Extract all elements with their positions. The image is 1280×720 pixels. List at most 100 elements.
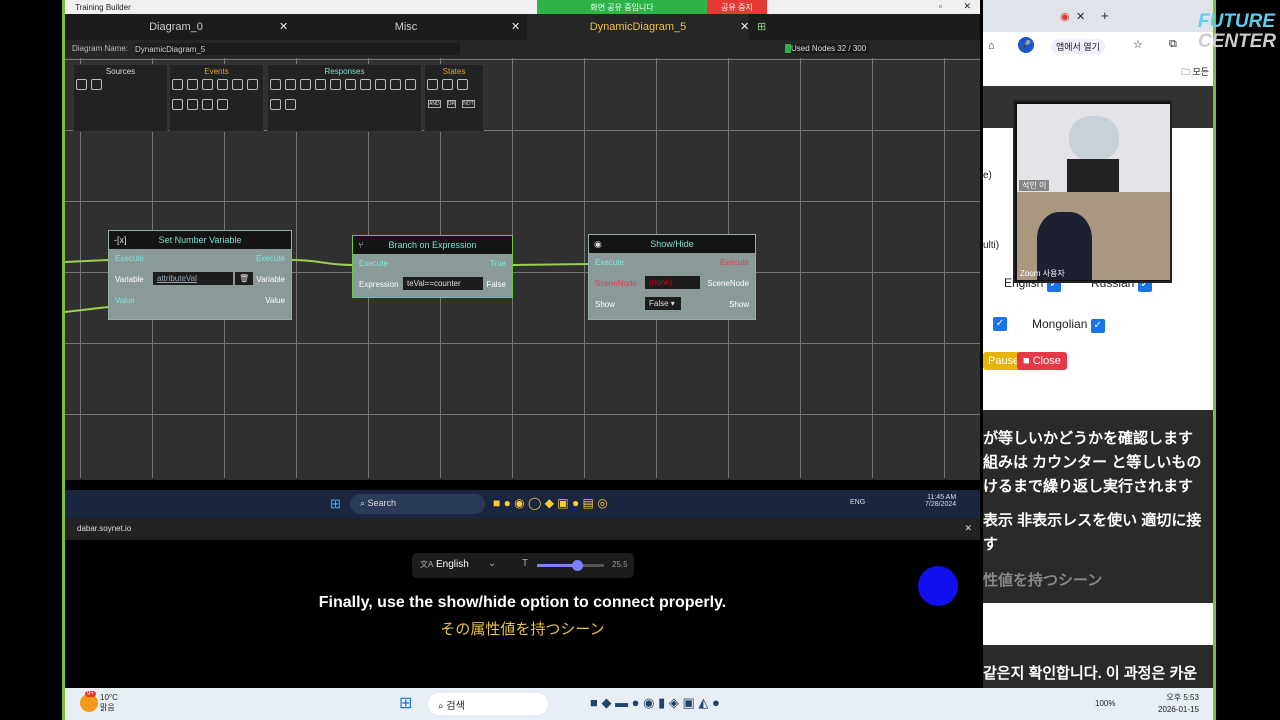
caption-line-english: Finally, use the show/hide option to con… bbox=[318, 594, 727, 611]
font-size-value: 25.5 bbox=[612, 560, 628, 569]
subtitle-line: けるまで繰り返し実行されます bbox=[983, 478, 1194, 495]
subtitle-line: 組みは カウンター と等しいもの bbox=[983, 454, 1202, 471]
eye-icon: ◉ bbox=[594, 239, 602, 249]
node-title: Set Number Variable bbox=[158, 235, 242, 245]
app-icon[interactable]: ■ ◆ ▬ ● ◉ ▮ ◈ ▣ ◭ ● bbox=[590, 695, 720, 711]
windows-start-icon[interactable]: ⊞ bbox=[399, 693, 412, 713]
port-execute-in[interactable]: Execute bbox=[359, 259, 388, 268]
checkbox[interactable]: ✓ bbox=[993, 317, 1007, 331]
node-header: ⑂ Branch on Expression bbox=[353, 236, 512, 254]
subtitle-line: 性値を持つシーン bbox=[983, 572, 1103, 589]
search-label: 검색 bbox=[446, 701, 465, 712]
close-tab-icon[interactable]: ✕ bbox=[1076, 10, 1085, 23]
extensions-icon[interactable]: ⧉ bbox=[1169, 38, 1177, 51]
local-taskbar: 9+ 10°C 맑음 ⊞ ⌕ 검색 ■ ◆ ▬ ● ◉ ▮ ◈ ▣ ◭ ● 100… bbox=[65, 688, 1213, 720]
clock[interactable]: 11:45 AM 7/28/2024 bbox=[925, 494, 956, 508]
expression-field[interactable]: teVal==counter bbox=[403, 277, 483, 290]
port-show-out[interactable]: Show bbox=[729, 300, 749, 309]
star-icon[interactable]: ☆ bbox=[1133, 38, 1143, 51]
close-icon[interactable]: ✕ bbox=[964, 523, 972, 534]
node-header: ◉ Show/Hide bbox=[589, 235, 755, 253]
port-scenenode-in[interactable]: SceneNode bbox=[595, 279, 637, 288]
port-show-in[interactable]: Show bbox=[595, 300, 615, 309]
port-execute-out[interactable]: Execute bbox=[720, 258, 749, 267]
port-value-out[interactable]: Value bbox=[265, 296, 285, 305]
port-value-in[interactable]: Value bbox=[115, 296, 135, 305]
lang-label: Mongolian bbox=[1032, 317, 1088, 331]
subtitle-line: が等しいかどうかを確認します bbox=[983, 430, 1194, 447]
close-label: Close bbox=[1032, 355, 1061, 367]
subtitle-line: す bbox=[983, 536, 999, 553]
variable-field[interactable]: attributeVal bbox=[153, 272, 233, 285]
weather-temp: 10°C bbox=[100, 693, 118, 702]
bookmarks-label: 모든 bbox=[1192, 67, 1210, 77]
scenenode-field[interactable]: (none) bbox=[645, 276, 700, 289]
port-true-out[interactable]: True bbox=[490, 259, 506, 268]
new-tab-icon[interactable]: + bbox=[1101, 8, 1109, 23]
training-builder-window: Training Builder ▫ ✕ 화면 공유 중입니다 공유 중지 Di… bbox=[65, 0, 980, 480]
participant-video: 석인 이 bbox=[1017, 104, 1170, 192]
language-dropdown[interactable]: English bbox=[436, 559, 469, 570]
home-icon[interactable]: ⌂ bbox=[988, 40, 995, 52]
windows-start-icon[interactable]: ⊞ bbox=[330, 496, 341, 512]
cursor-highlight bbox=[918, 566, 958, 606]
zoom-video-panel: 석인 이 Zoom 사용자 bbox=[1013, 100, 1172, 283]
open-in-app-button[interactable]: 앱에서 열기 bbox=[1051, 39, 1105, 54]
participant-name: 석인 이 bbox=[1019, 180, 1050, 191]
node-title: Branch on Expression bbox=[388, 240, 477, 250]
trash-icon[interactable]: 🗑 bbox=[235, 272, 254, 285]
variable-icon: -[x] bbox=[114, 235, 127, 245]
text-size-icon: T bbox=[522, 558, 529, 569]
node-show-hide[interactable]: ◉ Show/Hide Execute Execute SceneNode (none… bbox=[588, 234, 756, 320]
port-scenenode-out[interactable]: SceneNode bbox=[707, 279, 749, 288]
remote-taskbar: ⊞ ⌕ Search ■ ● ◉ ◯ ◆ ▣ ● ▤ ◎ ENG 11:45 A… bbox=[65, 490, 980, 518]
battery-indicator[interactable]: 100% bbox=[1095, 699, 1115, 708]
port-expression-in[interactable]: Expression bbox=[359, 280, 399, 289]
search-box[interactable]: ⌕ 검색 bbox=[428, 693, 548, 715]
form-label: e) bbox=[983, 170, 992, 181]
port-false-out[interactable]: False bbox=[486, 280, 506, 289]
url: dabar.soynet.io bbox=[77, 524, 132, 533]
participant-video: Zoom 사용자 bbox=[1017, 192, 1170, 280]
clock[interactable]: 오후 5:53 2026-01-15 bbox=[1158, 692, 1199, 716]
recording-icon: ◉ bbox=[1060, 11, 1070, 23]
future-center-logo: FUTURE CENTER bbox=[1198, 12, 1276, 52]
font-size-slider[interactable] bbox=[537, 560, 604, 571]
subtitle-line-korean: 같은지 확인합니다. 이 과정은 카운 bbox=[983, 665, 1198, 682]
close-button[interactable]: ■ Close bbox=[1017, 352, 1067, 370]
chevron-down-icon[interactable]: ⌄ bbox=[488, 558, 496, 569]
microphone-icon[interactable]: 🎤 bbox=[1018, 37, 1034, 53]
notification-badge: 9+ bbox=[85, 691, 96, 697]
caption-line-japanese: その属性値を持つシーン bbox=[440, 621, 605, 638]
search-box[interactable]: ⌕ Search bbox=[350, 494, 485, 514]
date: 2026-01-15 bbox=[1158, 705, 1199, 714]
language-indicator[interactable]: ENG bbox=[850, 499, 865, 506]
form-label: ulti) bbox=[983, 240, 1000, 251]
show-dropdown[interactable]: False ▾ bbox=[645, 297, 681, 310]
logo-text: FUTURE bbox=[1198, 11, 1276, 32]
port-execute-out[interactable]: Execute bbox=[256, 254, 285, 263]
app-icon[interactable]: ■ ● ◉ ◯ ◆ ▣ ● ▤ ◎ bbox=[493, 496, 608, 510]
border bbox=[1213, 0, 1216, 720]
node-branch-on-expression[interactable]: ⑂ Branch on Expression Execute True Expres… bbox=[352, 235, 513, 298]
port-variable-in[interactable]: Variable bbox=[115, 275, 144, 284]
lang-mongolian[interactable]: Mongolian ✓ bbox=[1032, 317, 1105, 333]
translate-icon: 文A bbox=[420, 560, 434, 569]
branch-icon: ⑂ bbox=[358, 240, 364, 250]
bookmarks-folder[interactable]: 🗀 모든 bbox=[1181, 65, 1209, 81]
subtitle-panel: が等しいかどうかを確認します 組みは カウンター と等しいもの けるまで繰り返し… bbox=[983, 410, 1213, 688]
node-set-number-variable[interactable]: -[x] Set Number Variable Execute Execute V… bbox=[108, 230, 292, 320]
node-header: -[x] Set Number Variable bbox=[109, 231, 291, 249]
weather-desc: 맑음 bbox=[100, 703, 115, 712]
search-label: Search bbox=[367, 498, 397, 508]
participant-name: Zoom 사용자 bbox=[1020, 269, 1065, 278]
weather-widget[interactable]: 10°C 맑음 bbox=[100, 693, 118, 713]
port-variable-out[interactable]: Variable bbox=[256, 275, 285, 284]
port-execute-in[interactable]: Execute bbox=[115, 254, 144, 263]
date: 7/28/2024 bbox=[925, 501, 957, 508]
port-execute-in[interactable]: Execute bbox=[595, 258, 624, 267]
caption-controls: 文A English ⌄ T 25.5 bbox=[412, 553, 634, 578]
time: 오후 5:53 bbox=[1166, 693, 1199, 702]
time: 11:45 AM bbox=[927, 494, 957, 501]
subtitle-line: 表示 非表示レスを使い 適切に接 bbox=[983, 512, 1202, 529]
